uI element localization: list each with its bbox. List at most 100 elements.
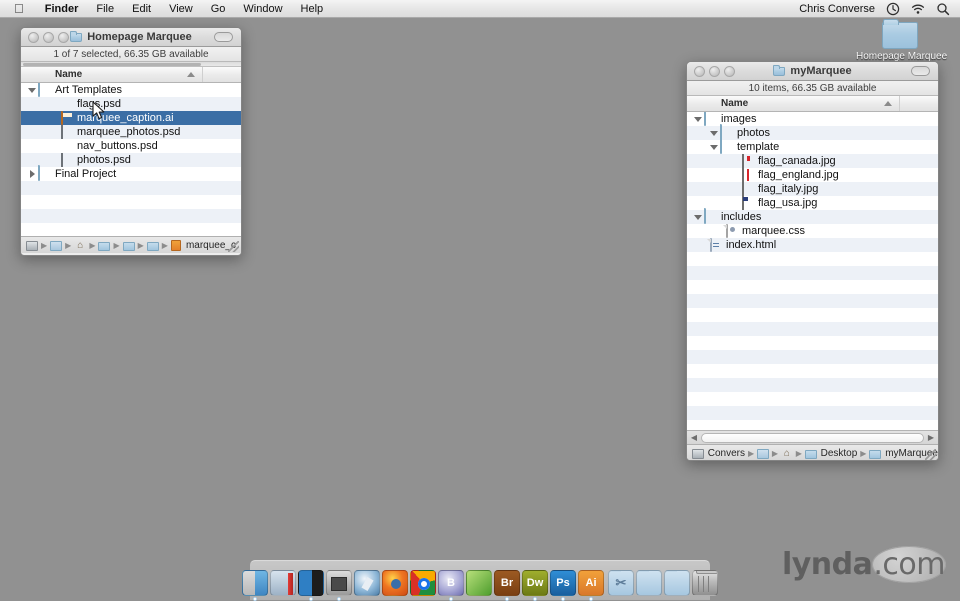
harddisk-icon[interactable] bbox=[692, 448, 704, 459]
right-window-horizontal-scrollbar[interactable]: ◀ ▶ bbox=[687, 430, 938, 444]
disclosure-triangle-icon[interactable] bbox=[693, 114, 704, 125]
zoom-button[interactable] bbox=[58, 31, 69, 43]
dock-item-photoshop[interactable]: Ps bbox=[550, 570, 576, 601]
table-row[interactable]: flag_canada.jpg bbox=[687, 154, 938, 168]
folder-icon[interactable] bbox=[122, 241, 135, 251]
table-row[interactable]: includes bbox=[687, 210, 938, 224]
close-button[interactable] bbox=[28, 31, 39, 43]
finder-window-mymarquee[interactable]: myMarquee 10 items, 66.35 GB available N… bbox=[686, 61, 939, 461]
dock-item-coda[interactable] bbox=[466, 570, 492, 596]
file-name: nav_buttons.psd bbox=[77, 140, 158, 152]
dock-item-firefox[interactable] bbox=[382, 570, 408, 596]
column-header-extra[interactable] bbox=[900, 96, 938, 111]
table-row[interactable]: marquee_photos.psd bbox=[21, 125, 241, 139]
menu-item-edit[interactable]: Edit bbox=[123, 0, 160, 18]
menu-item-window[interactable]: Window bbox=[234, 0, 291, 18]
right-window-path-bar[interactable]: Convers ▶ ▶ ⌂ ▶ Desktop ▶ myMarquee bbox=[687, 444, 938, 460]
table-row[interactable]: photos.psd bbox=[21, 153, 241, 167]
column-header-name[interactable]: Name bbox=[687, 96, 900, 111]
dock-item-bbedit[interactable] bbox=[438, 570, 464, 601]
table-row-selected[interactable]: marquee_caption.ai bbox=[21, 111, 241, 125]
wifi-icon[interactable] bbox=[911, 2, 925, 16]
dock-item-chrome[interactable] bbox=[410, 570, 436, 596]
harddisk-icon[interactable] bbox=[26, 240, 38, 251]
minimize-button[interactable] bbox=[709, 65, 720, 77]
photoshop-label: Ps bbox=[550, 570, 576, 596]
dock-item-imovie[interactable] bbox=[326, 570, 352, 601]
table-row[interactable]: marquee.css bbox=[687, 224, 938, 238]
desktop-icon-homepage-marquee[interactable]: Homepage Marquee bbox=[856, 19, 947, 62]
folder-icon[interactable] bbox=[98, 241, 111, 251]
left-window-path-bar[interactable]: ▶ ▶ ⌂ ▶ ▶ ▶ ▶ marquee_c bbox=[21, 236, 241, 253]
table-row[interactable]: flag_england.jpg bbox=[687, 168, 938, 182]
folder-icon[interactable] bbox=[804, 449, 817, 459]
disclosure-triangle-icon[interactable] bbox=[693, 212, 704, 223]
column-header-extra[interactable] bbox=[203, 67, 241, 82]
table-row[interactable]: Final Project bbox=[21, 167, 241, 181]
dock-item-documents-folder[interactable] bbox=[636, 570, 662, 596]
toolbar-toggle-button[interactable] bbox=[911, 66, 930, 76]
left-window-status-bar: 1 of 7 selected, 66.35 GB available bbox=[21, 47, 241, 62]
clock-icon[interactable] bbox=[886, 2, 900, 16]
toolbar-toggle-button[interactable] bbox=[214, 32, 233, 42]
zoom-button[interactable] bbox=[724, 65, 735, 77]
scroll-right-arrow-icon[interactable]: ▶ bbox=[926, 433, 936, 442]
table-row[interactable]: Art Templates bbox=[21, 83, 241, 97]
resize-grip[interactable] bbox=[925, 449, 936, 460]
table-row[interactable]: images bbox=[687, 112, 938, 126]
table-row[interactable]: flag_usa.jpg bbox=[687, 196, 938, 210]
menu-item-finder[interactable]: Finder bbox=[36, 0, 88, 18]
table-row[interactable]: index.html bbox=[687, 238, 938, 252]
dock-item-ibooks[interactable] bbox=[298, 570, 324, 601]
finder-window-homepage-marquee[interactable]: Homepage Marquee 1 of 7 selected, 66.35 … bbox=[20, 27, 242, 256]
dock-item-safari[interactable] bbox=[354, 570, 380, 596]
css-file-icon bbox=[725, 224, 738, 238]
table-row[interactable]: photos bbox=[687, 126, 938, 140]
menu-item-file[interactable]: File bbox=[87, 0, 123, 18]
left-window-file-list[interactable]: Art Templates flags.psd marquee_caption.… bbox=[21, 83, 241, 236]
home-icon[interactable]: ⌂ bbox=[781, 448, 793, 459]
table-row[interactable]: flags.psd bbox=[21, 97, 241, 111]
disclosure-triangle-icon[interactable] bbox=[27, 85, 38, 96]
home-icon[interactable]: ⌂ bbox=[74, 240, 86, 251]
flag-canada-icon bbox=[741, 154, 754, 168]
user-home-folder-icon[interactable] bbox=[50, 240, 63, 251]
disclosure-triangle-icon[interactable] bbox=[27, 169, 38, 180]
right-window-file-list[interactable]: images photos template flag_canada.jpg f… bbox=[687, 112, 938, 430]
scrollbar-track[interactable] bbox=[701, 432, 924, 443]
path-crumb-label[interactable]: Desktop bbox=[821, 448, 858, 459]
dock-item-remote-desktop[interactable] bbox=[270, 570, 296, 596]
dock[interactable]: Br Dw Ps Ai bbox=[242, 556, 718, 601]
scroll-left-arrow-icon[interactable]: ◀ bbox=[689, 433, 699, 442]
dock-item-applications-folder[interactable] bbox=[608, 570, 634, 596]
dock-item-trash[interactable] bbox=[692, 570, 718, 596]
menu-item-view[interactable]: View bbox=[160, 0, 202, 18]
folder-icon[interactable] bbox=[869, 449, 882, 459]
left-window-titlebar[interactable]: Homepage Marquee bbox=[21, 28, 241, 47]
minimize-button[interactable] bbox=[43, 31, 54, 43]
disclosure-triangle-icon[interactable] bbox=[709, 128, 720, 139]
file-name: index.html bbox=[726, 239, 777, 251]
dock-item-bridge[interactable]: Br bbox=[494, 570, 520, 601]
column-header-name[interactable]: Name bbox=[21, 67, 203, 82]
dock-item-downloads-folder[interactable] bbox=[664, 570, 690, 596]
menu-item-help[interactable]: Help bbox=[292, 0, 333, 18]
illustrator-icon[interactable] bbox=[170, 239, 181, 251]
right-window-titlebar[interactable]: myMarquee bbox=[687, 62, 938, 81]
close-button[interactable] bbox=[694, 65, 705, 77]
search-icon[interactable] bbox=[936, 2, 950, 16]
table-row[interactable]: nav_buttons.psd bbox=[21, 139, 241, 153]
disclosure-triangle-icon[interactable] bbox=[709, 142, 720, 153]
folder-icon[interactable] bbox=[146, 241, 159, 251]
table-row[interactable]: template bbox=[687, 140, 938, 154]
apple-menu-icon[interactable]:  bbox=[14, 2, 24, 15]
dock-item-finder[interactable] bbox=[242, 570, 268, 601]
dock-item-illustrator[interactable]: Ai bbox=[578, 570, 604, 601]
resize-grip[interactable] bbox=[228, 241, 239, 252]
menu-item-go[interactable]: Go bbox=[202, 0, 235, 18]
dock-item-dreamweaver[interactable]: Dw bbox=[522, 570, 548, 601]
user-home-folder-icon[interactable] bbox=[757, 448, 769, 459]
path-crumb-label[interactable]: Convers bbox=[708, 448, 745, 459]
user-name-label[interactable]: Chris Converse bbox=[799, 3, 875, 15]
table-row[interactable]: flag_italy.jpg bbox=[687, 182, 938, 196]
